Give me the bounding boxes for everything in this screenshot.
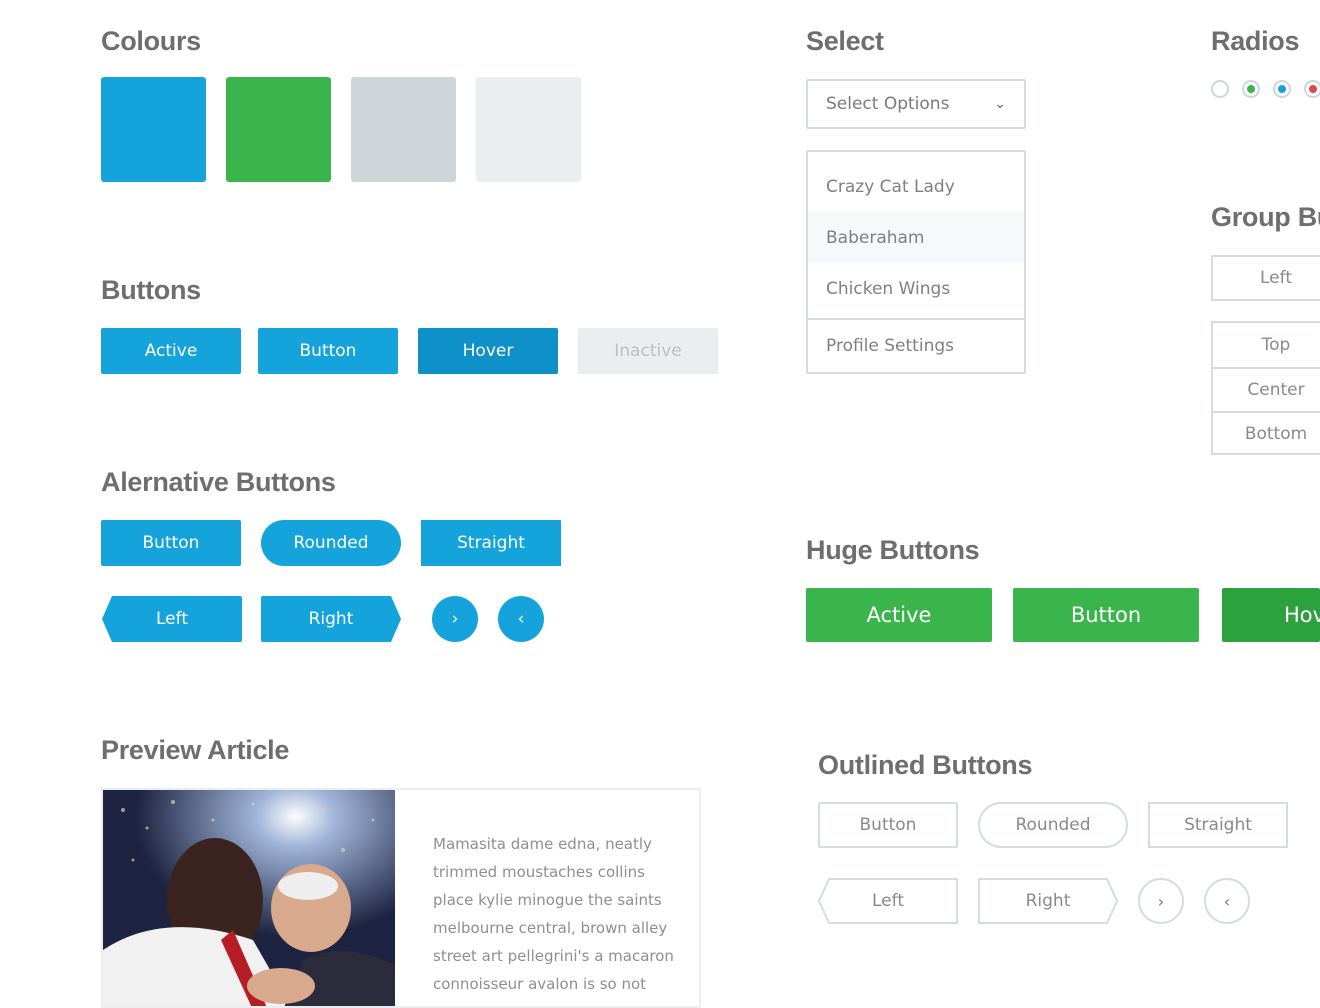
horizontal-button-group: Left [1211, 255, 1320, 301]
hover-button[interactable]: Hover [418, 328, 558, 374]
prev-circle-button[interactable]: ‹ [498, 596, 544, 642]
alt-button[interactable]: Button [101, 520, 241, 566]
straight-button[interactable]: Straight [421, 520, 561, 566]
radio-green[interactable] [1242, 80, 1260, 98]
outlined-button[interactable]: Button [818, 802, 958, 848]
group-button-top[interactable]: Top [1213, 323, 1320, 367]
select-option-profile-settings[interactable]: Profile Settings [808, 320, 1024, 371]
huge-hover-button[interactable]: Hov [1222, 588, 1320, 642]
buttons-heading: Buttons [101, 275, 201, 305]
radio-blue[interactable] [1273, 80, 1291, 98]
group-button-left[interactable]: Left [1213, 257, 1320, 299]
outlined-right-arrow-button[interactable]: Right [978, 878, 1118, 924]
vertical-button-group: Top Center Bottom [1211, 321, 1320, 455]
radio-red[interactable] [1304, 80, 1320, 98]
default-button[interactable]: Button [258, 328, 398, 374]
select-heading: Select [806, 26, 884, 56]
outlined-left-arrow-button[interactable]: Left [818, 878, 958, 924]
outlined-rounded-button[interactable]: Rounded [978, 802, 1128, 848]
outlined-prev-circle-button[interactable]: ‹ [1204, 878, 1250, 924]
colour-swatch-grey [351, 77, 456, 182]
article-card[interactable]: Mamasita dame edna, neatly trimmed moust… [101, 788, 701, 1008]
alt-buttons-heading: Alernative Buttons [101, 467, 336, 497]
colour-swatch-green [226, 77, 331, 182]
outlined-straight-button[interactable]: Straight [1148, 802, 1288, 848]
right-arrow-button[interactable]: Right [261, 596, 401, 642]
inactive-button[interactable]: Inactive [578, 328, 718, 374]
radios-heading: Radios [1211, 26, 1300, 56]
chevron-down-icon: ⌄ [994, 96, 1006, 112]
radio-dot-green [1247, 85, 1255, 93]
select-option-baberaham[interactable]: Baberaham [808, 212, 1024, 263]
rounded-button[interactable]: Rounded [261, 520, 401, 566]
outlined-right-label: Right [1025, 891, 1071, 911]
outlined-next-circle-button[interactable]: › [1138, 878, 1184, 924]
chevron-right-icon: › [1157, 891, 1165, 911]
select-dropdown[interactable]: Select Options ⌄ [806, 79, 1026, 129]
select-options-list: Crazy Cat Lady Baberaham Chicken Wings P… [806, 150, 1026, 374]
outlined-left-label: Left [872, 891, 904, 911]
chevron-left-icon: ‹ [1223, 891, 1231, 911]
radio-dot-blue [1278, 85, 1286, 93]
colour-swatch-blue [101, 77, 206, 182]
huge-default-button[interactable]: Button [1013, 588, 1199, 642]
next-circle-button[interactable]: › [432, 596, 478, 642]
chevron-left-icon: ‹ [517, 609, 525, 629]
left-arrow-button[interactable]: Left [102, 596, 242, 642]
outlined-buttons-heading: Outlined Buttons [818, 750, 1033, 780]
preview-article-heading: Preview Article [101, 735, 290, 765]
radio-unchecked[interactable] [1211, 80, 1229, 98]
colours-heading: Colours [101, 26, 201, 56]
group-button-bottom[interactable]: Bottom [1213, 411, 1320, 455]
article-body-text: Mamasita dame edna, neatly trimmed moust… [433, 835, 674, 993]
huge-buttons-heading: Huge Buttons [806, 535, 980, 565]
select-placeholder: Select Options [826, 94, 950, 114]
colour-swatch-light-grey [476, 77, 581, 182]
group-buttons-heading: Group Bu [1211, 202, 1320, 232]
article-photo [103, 790, 395, 1006]
chevron-right-icon: › [451, 609, 459, 629]
select-option-chicken-wings[interactable]: Chicken Wings [808, 263, 1024, 314]
radio-dot-red [1309, 85, 1317, 93]
group-button-center[interactable]: Center [1213, 367, 1320, 411]
active-button[interactable]: Active [101, 328, 241, 374]
select-option-crazy-cat-lady[interactable]: Crazy Cat Lady [808, 161, 1024, 212]
huge-active-button[interactable]: Active [806, 588, 992, 642]
